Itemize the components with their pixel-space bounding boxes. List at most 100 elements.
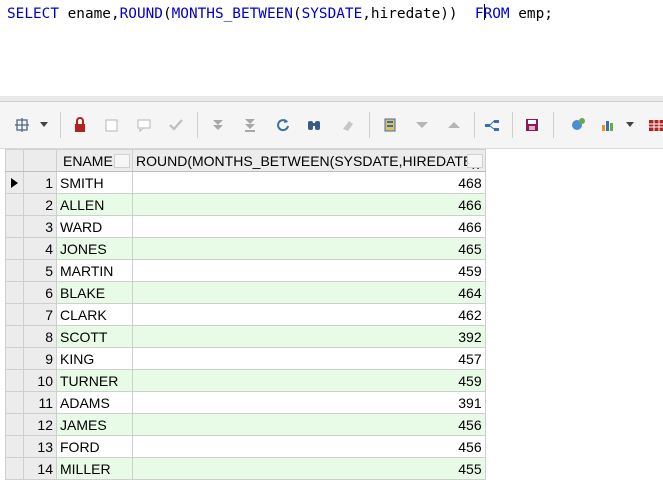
table-row[interactable]: 12 JAMES 456 xyxy=(5,413,486,436)
cell-ename[interactable]: SMITH xyxy=(56,171,133,194)
last-icon[interactable] xyxy=(240,115,260,135)
chart-icon[interactable] xyxy=(598,115,618,135)
row-number-header xyxy=(23,149,57,172)
table-row[interactable]: 14 MILLER 455 xyxy=(5,457,486,480)
sql-columns: ename, xyxy=(58,6,120,22)
cell-months-between[interactable]: 468 xyxy=(132,171,486,194)
cell-months-between[interactable]: 455 xyxy=(132,457,486,480)
export-icon[interactable] xyxy=(380,115,400,135)
cell-months-between[interactable]: 464 xyxy=(132,281,486,304)
cell-months-between[interactable]: 462 xyxy=(132,303,486,326)
grid-body: 1 SMITH 468 2 ALLEN 466 3 WARD 466 4 JONES 465 5 MART… xyxy=(5,171,486,480)
results-grid[interactable]: ENAME ROUND(MONTHS_BETWEEN(SYSDATE,HIRED… xyxy=(5,149,486,480)
table-icon[interactable] xyxy=(646,115,663,135)
grid-options-dropdown-icon[interactable] xyxy=(40,122,48,127)
toolbar-separator xyxy=(474,112,475,138)
sql-table: emp; xyxy=(509,6,553,22)
table-row[interactable]: 3 WARD 466 xyxy=(5,215,486,238)
sql-editor[interactable]: SELECT ename,ROUND(MONTHS_BETWEEN(SYSDAT… xyxy=(0,0,663,97)
row-indicator[interactable] xyxy=(5,215,24,238)
row-number: 12 xyxy=(23,413,57,436)
table-row[interactable]: 1 SMITH 468 xyxy=(5,171,486,194)
toolbar-separator xyxy=(553,112,554,138)
cell-months-between[interactable]: 466 xyxy=(132,193,486,216)
sql-query-line[interactable]: SELECT ename,ROUND(MONTHS_BETWEEN(SYSDAT… xyxy=(7,4,553,24)
row-indicator[interactable] xyxy=(5,413,24,436)
cell-ename[interactable]: ADAMS xyxy=(56,391,133,414)
cell-months-between[interactable]: 466 xyxy=(132,215,486,238)
cell-months-between[interactable]: 457 xyxy=(132,347,486,370)
refresh-icon[interactable] xyxy=(273,115,293,135)
table-row[interactable]: 9 KING 457 xyxy=(5,347,486,370)
first-icon[interactable] xyxy=(208,115,228,135)
cell-months-between[interactable]: 391 xyxy=(132,391,486,414)
row-indicator[interactable] xyxy=(5,281,24,304)
row-indicator[interactable] xyxy=(5,347,24,370)
sql-paren: ( xyxy=(162,6,172,22)
row-indicator[interactable] xyxy=(5,457,24,480)
lock-icon[interactable] xyxy=(70,115,90,135)
cell-months-between[interactable]: 465 xyxy=(132,237,486,260)
table-row[interactable]: 8 SCOTT 392 xyxy=(5,325,486,348)
table-row[interactable]: 6 BLAKE 464 xyxy=(5,281,486,304)
row-indicator[interactable] xyxy=(5,237,24,260)
check-icon[interactable] xyxy=(166,115,186,135)
cell-ename[interactable]: SCOTT xyxy=(56,325,133,348)
cell-ename[interactable]: JAMES xyxy=(56,413,133,436)
cell-ename[interactable]: CLARK xyxy=(56,303,133,326)
new-record-icon[interactable]: + xyxy=(102,115,122,135)
table-row[interactable]: 7 CLARK 462 xyxy=(5,303,486,326)
row-indicator[interactable] xyxy=(5,259,24,282)
row-indicator[interactable] xyxy=(5,193,24,216)
column-header-ename[interactable]: ENAME xyxy=(56,149,133,172)
cell-ename[interactable]: TURNER xyxy=(56,369,133,392)
sort-desc-icon[interactable] xyxy=(412,115,432,135)
row-number: 14 xyxy=(23,457,57,480)
column-sort-button[interactable] xyxy=(466,154,483,168)
sql-keyword-sysdate: SYSDATE xyxy=(301,6,363,22)
cell-ename[interactable]: FORD xyxy=(56,435,133,458)
query-plan-icon[interactable] xyxy=(482,115,502,135)
connection-icon[interactable] xyxy=(568,115,588,135)
sort-asc-icon[interactable] xyxy=(444,115,464,135)
cell-ename[interactable]: ALLEN xyxy=(56,193,133,216)
sql-function-round: ROUND xyxy=(119,6,163,22)
cell-ename[interactable]: KING xyxy=(56,347,133,370)
table-row[interactable]: 2 ALLEN 466 xyxy=(5,193,486,216)
cell-months-between[interactable]: 459 xyxy=(132,369,486,392)
comment-icon[interactable] xyxy=(134,115,154,135)
cell-ename[interactable]: BLAKE xyxy=(56,281,133,304)
table-row[interactable]: 4 JONES 465 xyxy=(5,237,486,260)
chart-dropdown-icon[interactable] xyxy=(626,122,634,127)
grid-options-icon[interactable] xyxy=(12,115,32,135)
cell-months-between[interactable]: 456 xyxy=(132,435,486,458)
cell-ename[interactable]: MILLER xyxy=(56,457,133,480)
row-indicator[interactable] xyxy=(5,303,24,326)
cell-ename[interactable]: WARD xyxy=(56,215,133,238)
row-indicator[interactable] xyxy=(5,171,24,194)
row-indicator[interactable] xyxy=(5,369,24,392)
find-icon[interactable] xyxy=(304,115,324,135)
cell-ename[interactable]: MARTIN xyxy=(56,259,133,282)
row-indicator-header xyxy=(5,149,24,172)
table-row[interactable]: 11 ADAMS 391 xyxy=(5,391,486,414)
table-row[interactable]: 13 FORD 456 xyxy=(5,435,486,458)
cell-months-between[interactable]: 392 xyxy=(132,325,486,348)
sql-keyword-from-end: ROM xyxy=(483,6,510,22)
row-number: 1 xyxy=(23,171,57,194)
row-indicator[interactable] xyxy=(5,325,24,348)
table-row[interactable]: 10 TURNER 459 xyxy=(5,369,486,392)
save-icon[interactable] xyxy=(522,115,542,135)
column-sort-button[interactable] xyxy=(114,154,130,168)
row-indicator[interactable] xyxy=(5,391,24,414)
column-header-round-months-between[interactable]: ROUND(MONTHS_BETWEEN(SYSDATE,HIREDATE)) xyxy=(132,149,486,172)
cell-months-between[interactable]: 456 xyxy=(132,413,486,436)
current-row-arrow-icon xyxy=(11,177,18,188)
cell-months-between[interactable]: 459 xyxy=(132,259,486,282)
row-indicator[interactable] xyxy=(5,435,24,458)
cell-ename[interactable]: JONES xyxy=(56,237,133,260)
table-row[interactable]: 5 MARTIN 459 xyxy=(5,259,486,282)
clear-icon[interactable] xyxy=(338,115,358,135)
row-number: 6 xyxy=(23,281,57,304)
row-number: 4 xyxy=(23,237,57,260)
